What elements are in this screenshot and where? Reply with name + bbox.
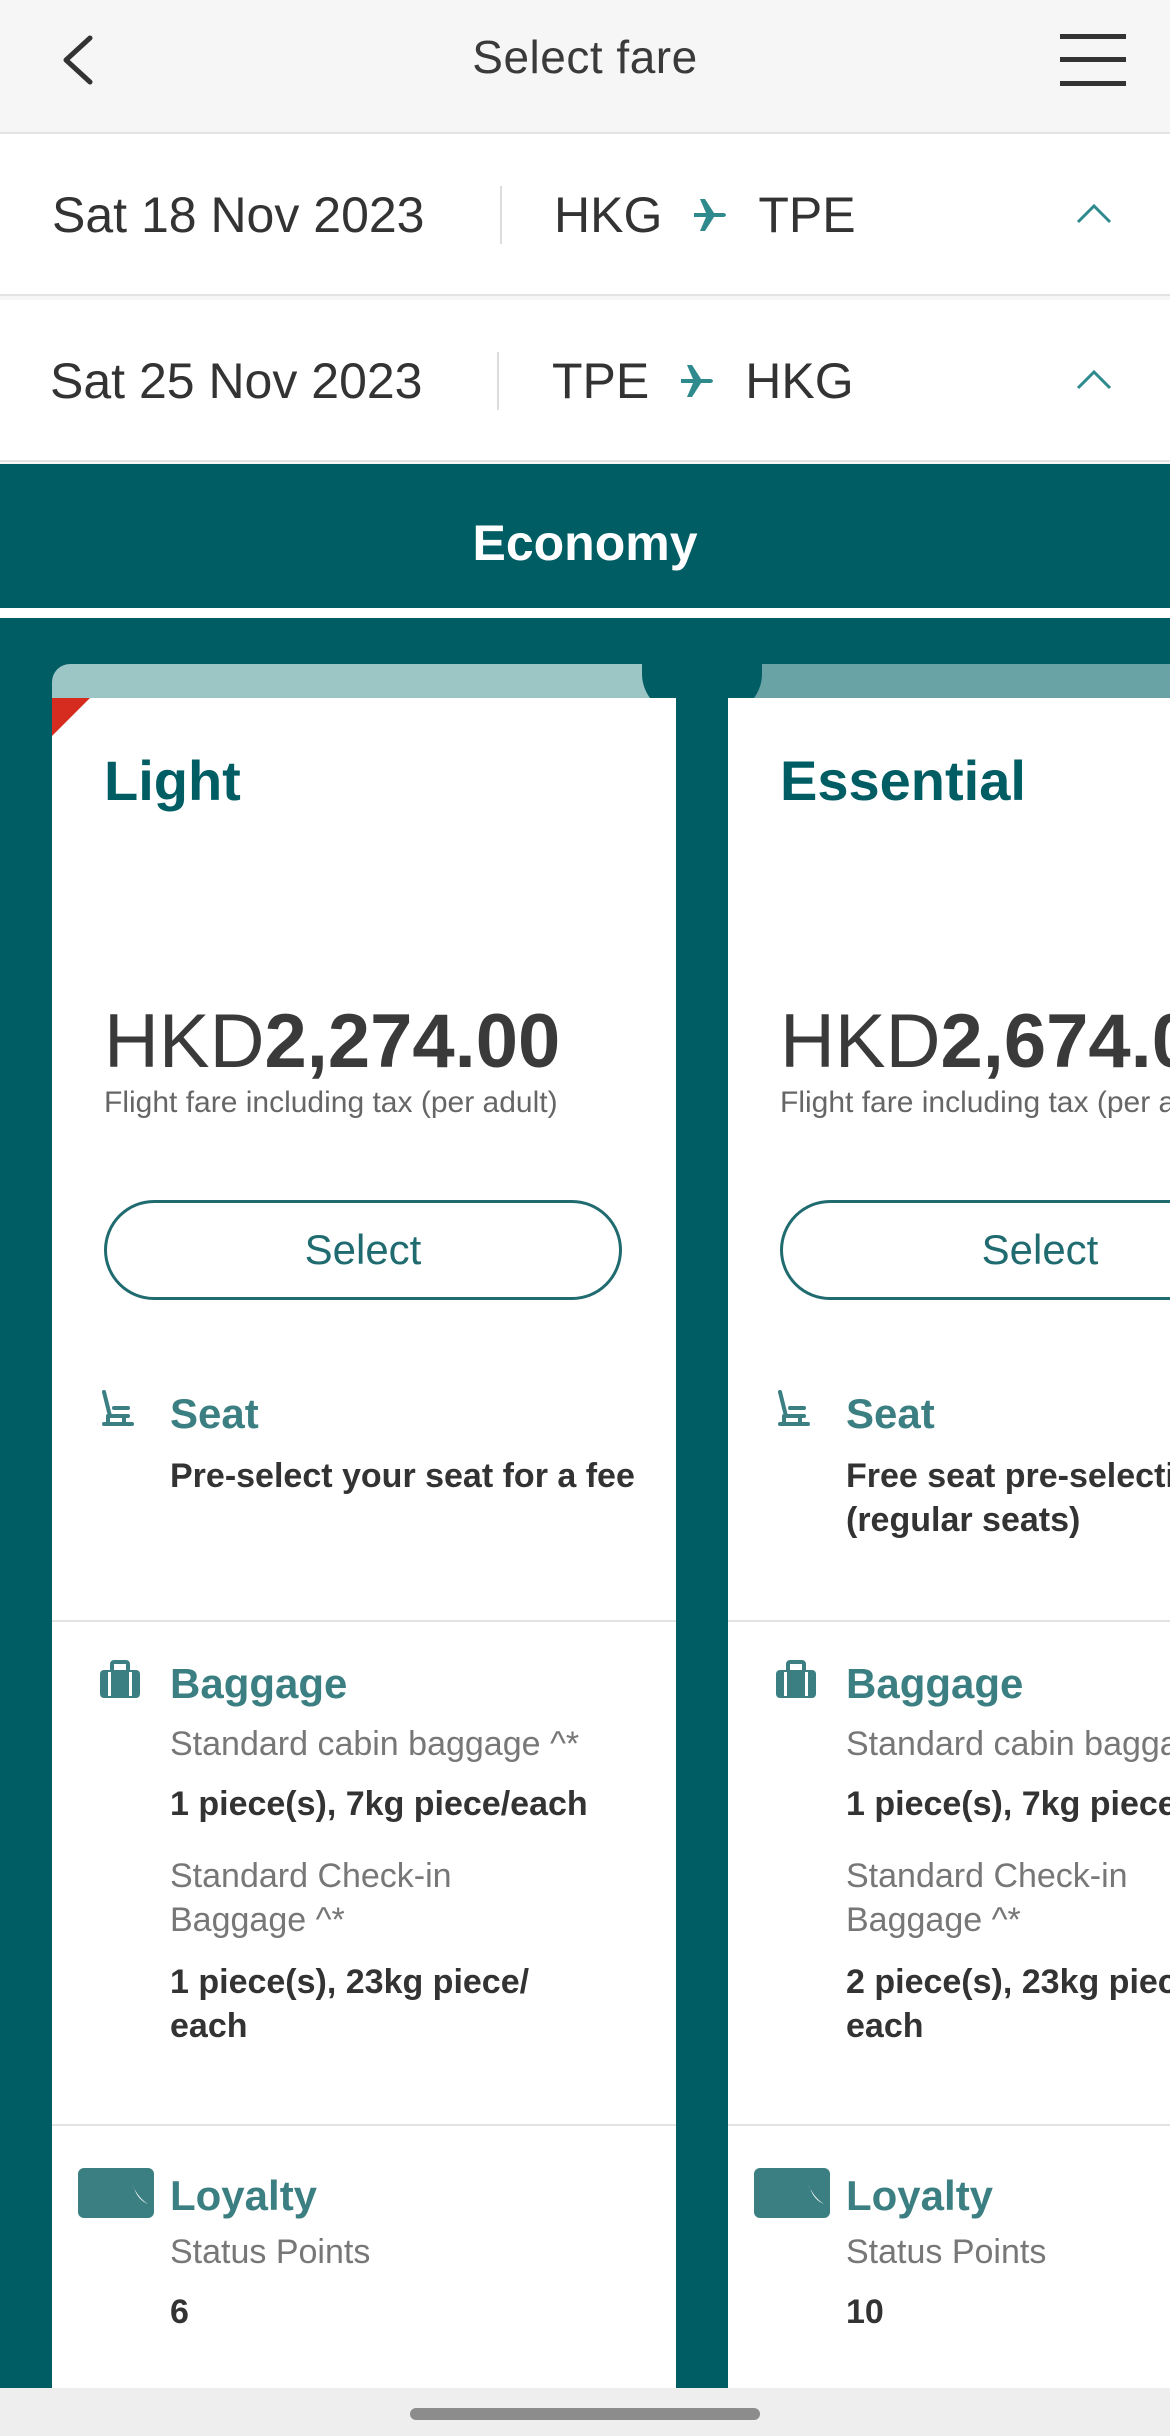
chevron-up-icon[interactable]	[1074, 360, 1114, 400]
checkin-baggage-value: 1 piece(s), 23kg piece/ each	[170, 1963, 530, 2045]
flight-date: Sat 25 Nov 2023	[50, 353, 423, 409]
hamburger-menu-icon[interactable]	[1060, 32, 1126, 88]
divider	[500, 186, 502, 244]
select-button[interactable]: Select	[104, 1200, 622, 1300]
fare-cards-carousel[interactable]: Light HKD2,274.00 Flight fare including …	[0, 618, 1170, 2388]
divider	[52, 1620, 676, 1622]
status-points-label: Status Points	[846, 2233, 1047, 2271]
divider	[728, 2124, 1170, 2126]
loyalty-title: Loyalty	[170, 2172, 318, 2219]
origin-code: HKG	[554, 187, 663, 243]
cabin-baggage-value: 1 piece(s), 7kg piece/each	[846, 1785, 1170, 1823]
seat-description: Free seat pre-selection (regular seats)	[846, 1457, 1170, 1539]
flight-route: TPE HKG	[552, 352, 854, 410]
divider	[497, 352, 499, 410]
loyalty-title: Loyalty	[846, 2172, 994, 2219]
fare-card-essential: Essential HKD2,674.00 Flight fare includ…	[728, 698, 1170, 2388]
cabin-baggage-value: 1 piece(s), 7kg piece/each	[170, 1785, 588, 1823]
seat-icon	[778, 1390, 810, 1426]
origin-code: TPE	[552, 353, 650, 409]
baggage-title: Baggage	[846, 1660, 1024, 1707]
fare-price: HKD2,674.00	[780, 998, 1170, 1085]
fare-name: Light	[104, 749, 241, 812]
destination-code: HKG	[745, 353, 854, 409]
price-note: Flight fare including tax (per adult)	[104, 1086, 558, 1119]
checkin-baggage-label: Standard Check-in Baggage ^*	[846, 1857, 1128, 1939]
top-bar: Select fare	[0, 0, 1170, 134]
plane-icon	[681, 365, 714, 397]
select-button[interactable]: Select	[780, 1200, 1170, 1300]
flight-route: HKG TPE	[554, 186, 856, 244]
baggage-icon	[100, 1660, 140, 1698]
plane-icon	[694, 199, 727, 231]
cabin-baggage-label: Standard cabin baggage ^*	[170, 1725, 580, 1763]
seat-title: Seat	[846, 1390, 935, 1437]
loyalty-card-icon	[78, 2168, 154, 2218]
page-title: Select fare	[472, 31, 698, 83]
fare-name: Essential	[780, 749, 1026, 812]
home-indicator[interactable]	[410, 2408, 760, 2420]
flight-date: Sat 18 Nov 2023	[52, 187, 425, 243]
seat-icon	[102, 1390, 134, 1426]
status-points-label: Status Points	[170, 2233, 371, 2271]
price-amount: 2,274.00	[264, 999, 561, 1084]
tab-economy[interactable]: Economy	[0, 464, 1170, 608]
chevron-up-icon[interactable]	[1074, 194, 1114, 234]
cabin-baggage-label: Standard cabin baggage ^*	[846, 1725, 1170, 1763]
corner-flag-icon	[52, 698, 90, 736]
seat-description: Pre-select your seat for a fee	[170, 1457, 635, 1495]
flight-summary-outbound[interactable]: Sat 18 Nov 2023 HKG TPE	[0, 134, 1170, 296]
divider	[728, 1620, 1170, 1622]
checkin-baggage-value: 2 piece(s), 23kg piece/ each	[846, 1963, 1170, 2045]
divider	[52, 2124, 676, 2126]
fare-price: HKD2,274.00	[104, 998, 560, 1085]
home-bar-area	[0, 2388, 1170, 2436]
loyalty-card-icon	[754, 2168, 830, 2218]
card-top-strip	[728, 664, 1170, 698]
price-amount: 2,674.00	[940, 999, 1170, 1084]
status-points-value: 10	[846, 2293, 884, 2331]
flight-summary-return[interactable]: Sat 25 Nov 2023 TPE HKG	[0, 300, 1170, 462]
price-note: Flight fare including tax (per adult)	[780, 1086, 1170, 1119]
tab-label: Economy	[472, 515, 698, 571]
baggage-icon	[776, 1660, 816, 1698]
price-currency: HKD	[104, 999, 265, 1084]
destination-code: TPE	[758, 187, 856, 243]
card-top-strip	[52, 664, 676, 698]
checkin-baggage-label: Standard Check-in Baggage ^*	[170, 1857, 452, 1939]
price-currency: HKD	[780, 999, 941, 1084]
tab-indicator	[0, 608, 1170, 618]
fare-card-light: Light HKD2,274.00 Flight fare including …	[52, 698, 676, 2388]
status-points-value: 6	[170, 2293, 189, 2331]
baggage-title: Baggage	[170, 1660, 348, 1707]
seat-title: Seat	[170, 1390, 259, 1437]
